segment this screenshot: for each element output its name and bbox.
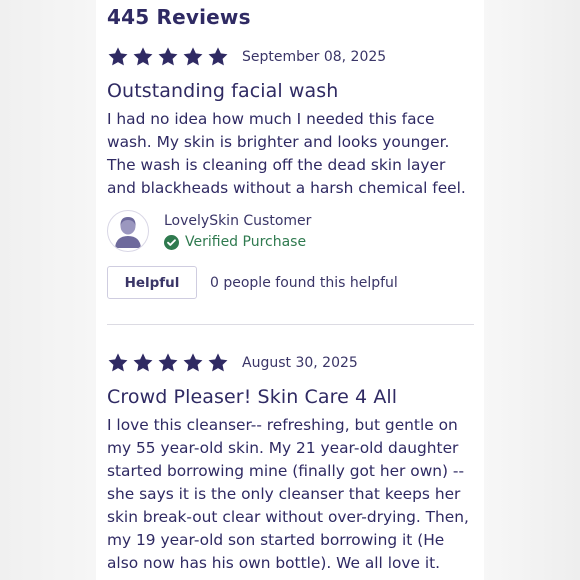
avatar: [107, 210, 149, 252]
star-icon: [207, 352, 229, 374]
check-circle-icon: [164, 234, 179, 250]
user-avatar-icon: [115, 217, 141, 248]
star-icon: [157, 352, 179, 374]
background-left: [0, 0, 96, 580]
review-title: Outstanding facial wash: [107, 80, 339, 102]
star-icon: [107, 352, 129, 374]
review-card: September 08, 2025 Outstanding facial wa…: [107, 44, 477, 200]
reviews-panel: 445 Reviews September 08, 2025 Outstandi…: [96, 0, 484, 580]
review-author: LovelySkin Customer Verified Purchase: [107, 210, 311, 252]
author-name: LovelySkin Customer: [164, 213, 312, 229]
review-rating-row: August 30, 2025: [107, 350, 477, 376]
review-card: August 30, 2025 Crowd Pleaser! Skin Care…: [107, 350, 477, 575]
review-date: September 08, 2025: [242, 49, 387, 65]
helpful-button[interactable]: Helpful: [107, 266, 197, 299]
review-date: August 30, 2025: [242, 355, 358, 371]
review-rating-row: September 08, 2025: [107, 44, 477, 70]
helpful-count: 0 people found this helpful: [210, 274, 398, 291]
review-title: Crowd Pleaser! Skin Care 4 All: [107, 386, 398, 408]
star-rating: [107, 46, 229, 68]
helpful-row: Helpful 0 people found this helpful: [107, 266, 398, 299]
star-icon: [132, 46, 154, 68]
review-divider: [107, 324, 474, 325]
star-icon: [182, 352, 204, 374]
verified-label: Verified Purchase: [185, 234, 307, 250]
star-rating: [107, 352, 229, 374]
star-icon: [182, 46, 204, 68]
reviews-count: 445 Reviews: [107, 5, 251, 29]
star-icon: [157, 46, 179, 68]
star-icon: [207, 46, 229, 68]
review-body: I had no idea how much I needed this fac…: [107, 110, 466, 197]
verified-badge: Verified Purchase: [164, 234, 311, 250]
star-icon: [107, 46, 129, 68]
background-right: [484, 0, 580, 580]
review-body: I love this cleanser-- refreshing, but g…: [107, 416, 469, 572]
star-icon: [132, 352, 154, 374]
author-info: LovelySkin Customer Verified Purchase: [164, 213, 311, 250]
